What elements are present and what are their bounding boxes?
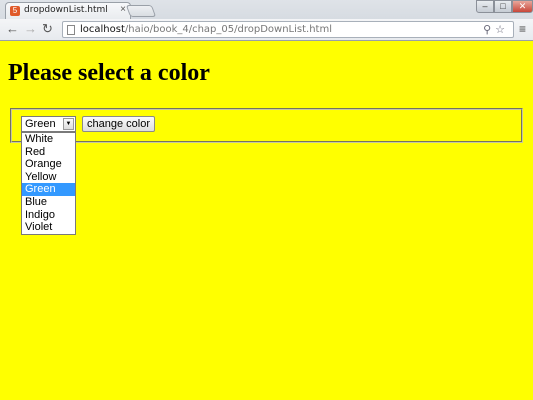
url-path: /haio/book_4/chap_05/dropDownList.html [124, 24, 332, 35]
tab-close-icon[interactable]: × [120, 4, 126, 15]
change-color-button[interactable]: change color [82, 116, 155, 132]
option-orange[interactable]: Orange [22, 158, 75, 171]
html5-favicon-icon: 5 [10, 6, 20, 16]
color-dropdown-list: White Red Orange Yellow Green Blue Indig… [21, 132, 76, 235]
option-white[interactable]: White [22, 133, 75, 146]
magnifier-icon[interactable]: ⚲ [483, 24, 495, 36]
omnibox-icons: ⚲☆ [483, 23, 509, 36]
window-minimize-button[interactable]: – [476, 0, 494, 13]
option-violet[interactable]: Violet [22, 221, 75, 234]
option-green[interactable]: Green [22, 183, 75, 196]
page-icon [67, 25, 75, 35]
color-select[interactable]: Green ▼ [21, 116, 76, 132]
tab-title: dropdownList.html [24, 5, 108, 15]
browser-chrome: 5 dropdownList.html × – □ ✕ ← → ↻ localh… [0, 0, 533, 41]
browser-tab[interactable]: 5 dropdownList.html × [5, 2, 131, 19]
star-icon[interactable]: ☆ [495, 24, 509, 36]
option-blue[interactable]: Blue [22, 196, 75, 209]
option-yellow[interactable]: Yellow [22, 171, 75, 184]
window-close-button[interactable]: ✕ [512, 0, 533, 13]
url-host: localhost [80, 24, 125, 35]
browser-toolbar: ← → ↻ localhost/haio/book_4/chap_05/drop… [0, 19, 533, 40]
window-maximize-button[interactable]: □ [494, 0, 512, 13]
option-indigo[interactable]: Indigo [22, 209, 75, 222]
forward-arrow-icon[interactable]: → [24, 22, 37, 36]
option-red[interactable]: Red [22, 146, 75, 159]
page-title: Please select a color [8, 60, 210, 86]
back-arrow-icon[interactable]: ← [6, 22, 19, 36]
address-bar[interactable]: localhost/haio/book_4/chap_05/dropDownLi… [62, 21, 514, 38]
reload-icon[interactable]: ↻ [42, 22, 53, 36]
color-select-value: Green [25, 118, 56, 130]
url-text[interactable]: localhost/haio/book_4/chap_05/dropDownLi… [80, 24, 332, 35]
new-tab-button[interactable] [125, 5, 157, 17]
hamburger-menu-icon[interactable]: ≡ [519, 22, 526, 36]
chevron-down-icon[interactable]: ▼ [63, 118, 74, 130]
